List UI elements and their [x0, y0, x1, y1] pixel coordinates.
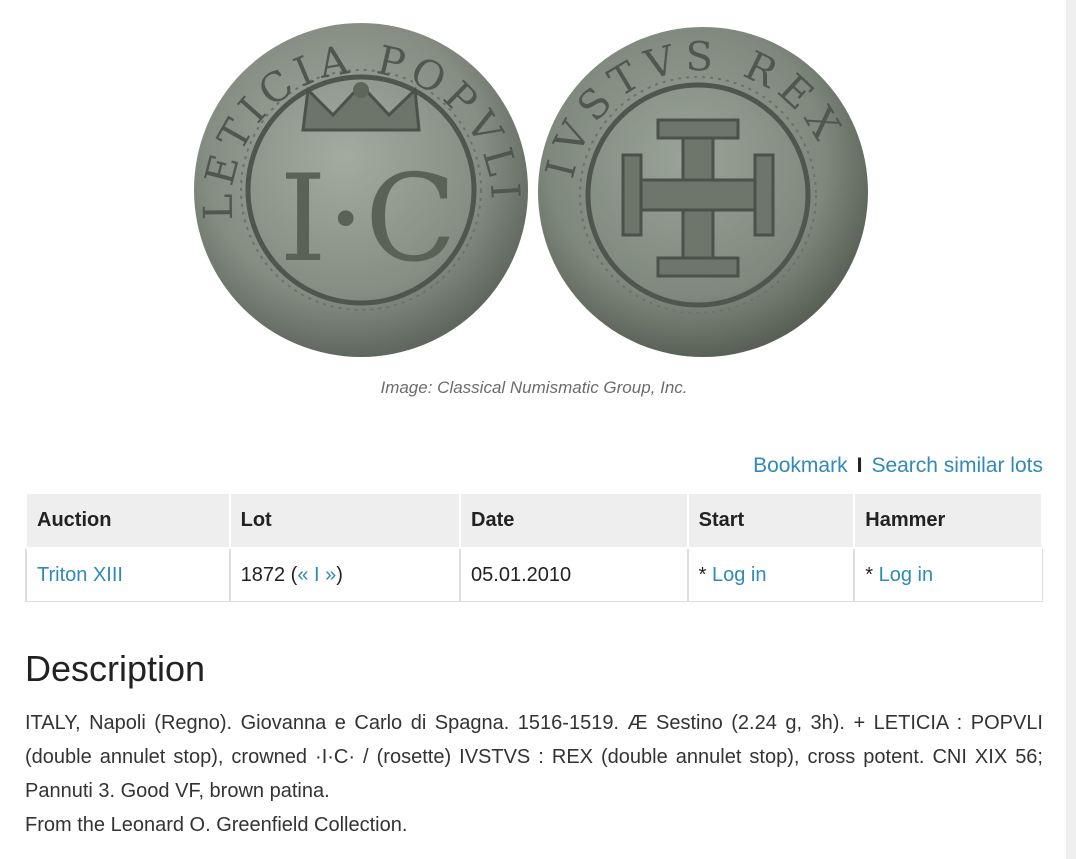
- lot-page: I·C LETICIA POPVLI IVSTVS REX Image: Cla…: [0, 0, 1076, 859]
- table-header-row: Auction Lot Date Start Hammer: [25, 492, 1043, 549]
- start-login-link[interactable]: Log in: [712, 564, 767, 586]
- search-similar-link[interactable]: Search similar lots: [871, 454, 1043, 477]
- hammer-login-link[interactable]: Log in: [879, 564, 934, 586]
- description-title: Description: [25, 648, 206, 689]
- lot-number: 1872 (: [240, 563, 298, 586]
- header-hammer: Hammer: [853, 492, 1043, 549]
- table-row: Triton XIII 1872 (« I ») 05.01.2010 * Lo…: [25, 547, 1043, 602]
- provenance-text: From the Leonard O. Greenfield Collectio…: [25, 814, 408, 836]
- auction-cell: Triton XIII: [25, 547, 231, 602]
- image-caption: Image: Classical Numismatic Group, Inc.: [380, 378, 688, 397]
- lot-table: Auction Lot Date Start Hammer Triton XII…: [25, 492, 1043, 602]
- header-lot: Lot: [228, 492, 462, 549]
- start-prefix: *: [698, 563, 712, 586]
- action-separator: I: [856, 454, 863, 477]
- lot-nav-separator: I: [308, 563, 326, 586]
- coin-photo: I·C LETICIA POPVLI IVSTVS REX: [194, 23, 868, 357]
- previous-lot-link[interactable]: «: [297, 564, 308, 586]
- bookmark-link[interactable]: Bookmark: [753, 454, 848, 477]
- lot-actions: Bookmark I Search similar lots: [753, 454, 1043, 478]
- description-text: ITALY, Napoli (Regno). Giovanna e Carlo …: [25, 712, 1043, 802]
- lot-cell: 1872 (« I »): [228, 547, 461, 602]
- date-cell: 05.01.2010: [459, 547, 689, 602]
- coin-reverse: IVSTVS REX: [538, 27, 868, 357]
- hammer-prefix: *: [865, 563, 879, 586]
- header-date: Date: [459, 492, 689, 549]
- scrollbar-track[interactable]: [1066, 0, 1076, 859]
- coin-obverse: I·C LETICIA POPVLI: [194, 23, 528, 357]
- hammer-cell: * Log in: [853, 547, 1043, 602]
- lot-close-paren: ): [336, 563, 343, 586]
- header-start: Start: [686, 492, 856, 549]
- obverse-monogram: I·C: [279, 150, 456, 289]
- start-cell: * Log in: [686, 547, 855, 602]
- next-lot-link[interactable]: »: [325, 564, 336, 586]
- header-auction: Auction: [25, 492, 231, 549]
- auction-link[interactable]: Triton XIII: [37, 564, 123, 586]
